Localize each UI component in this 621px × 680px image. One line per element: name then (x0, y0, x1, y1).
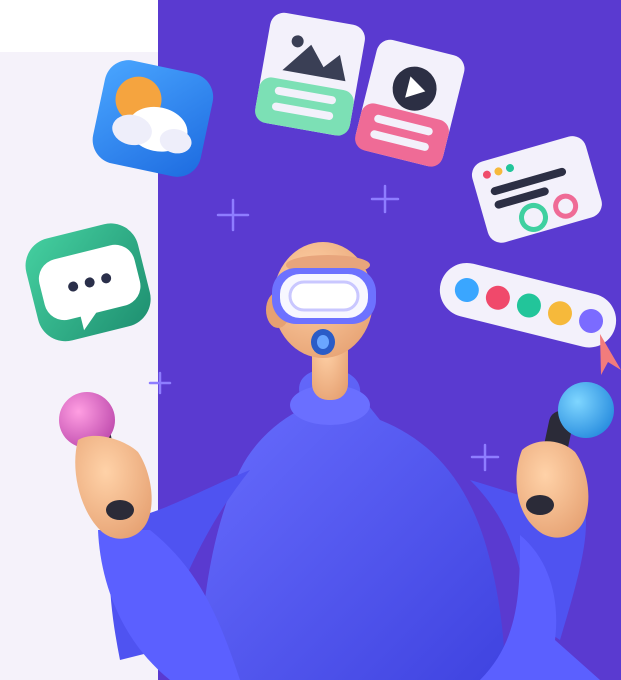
image-card-icon (255, 12, 365, 136)
illustration-canvas (0, 0, 621, 680)
vr-illustration-scene (0, 0, 621, 680)
vr-headset-icon (272, 268, 376, 324)
